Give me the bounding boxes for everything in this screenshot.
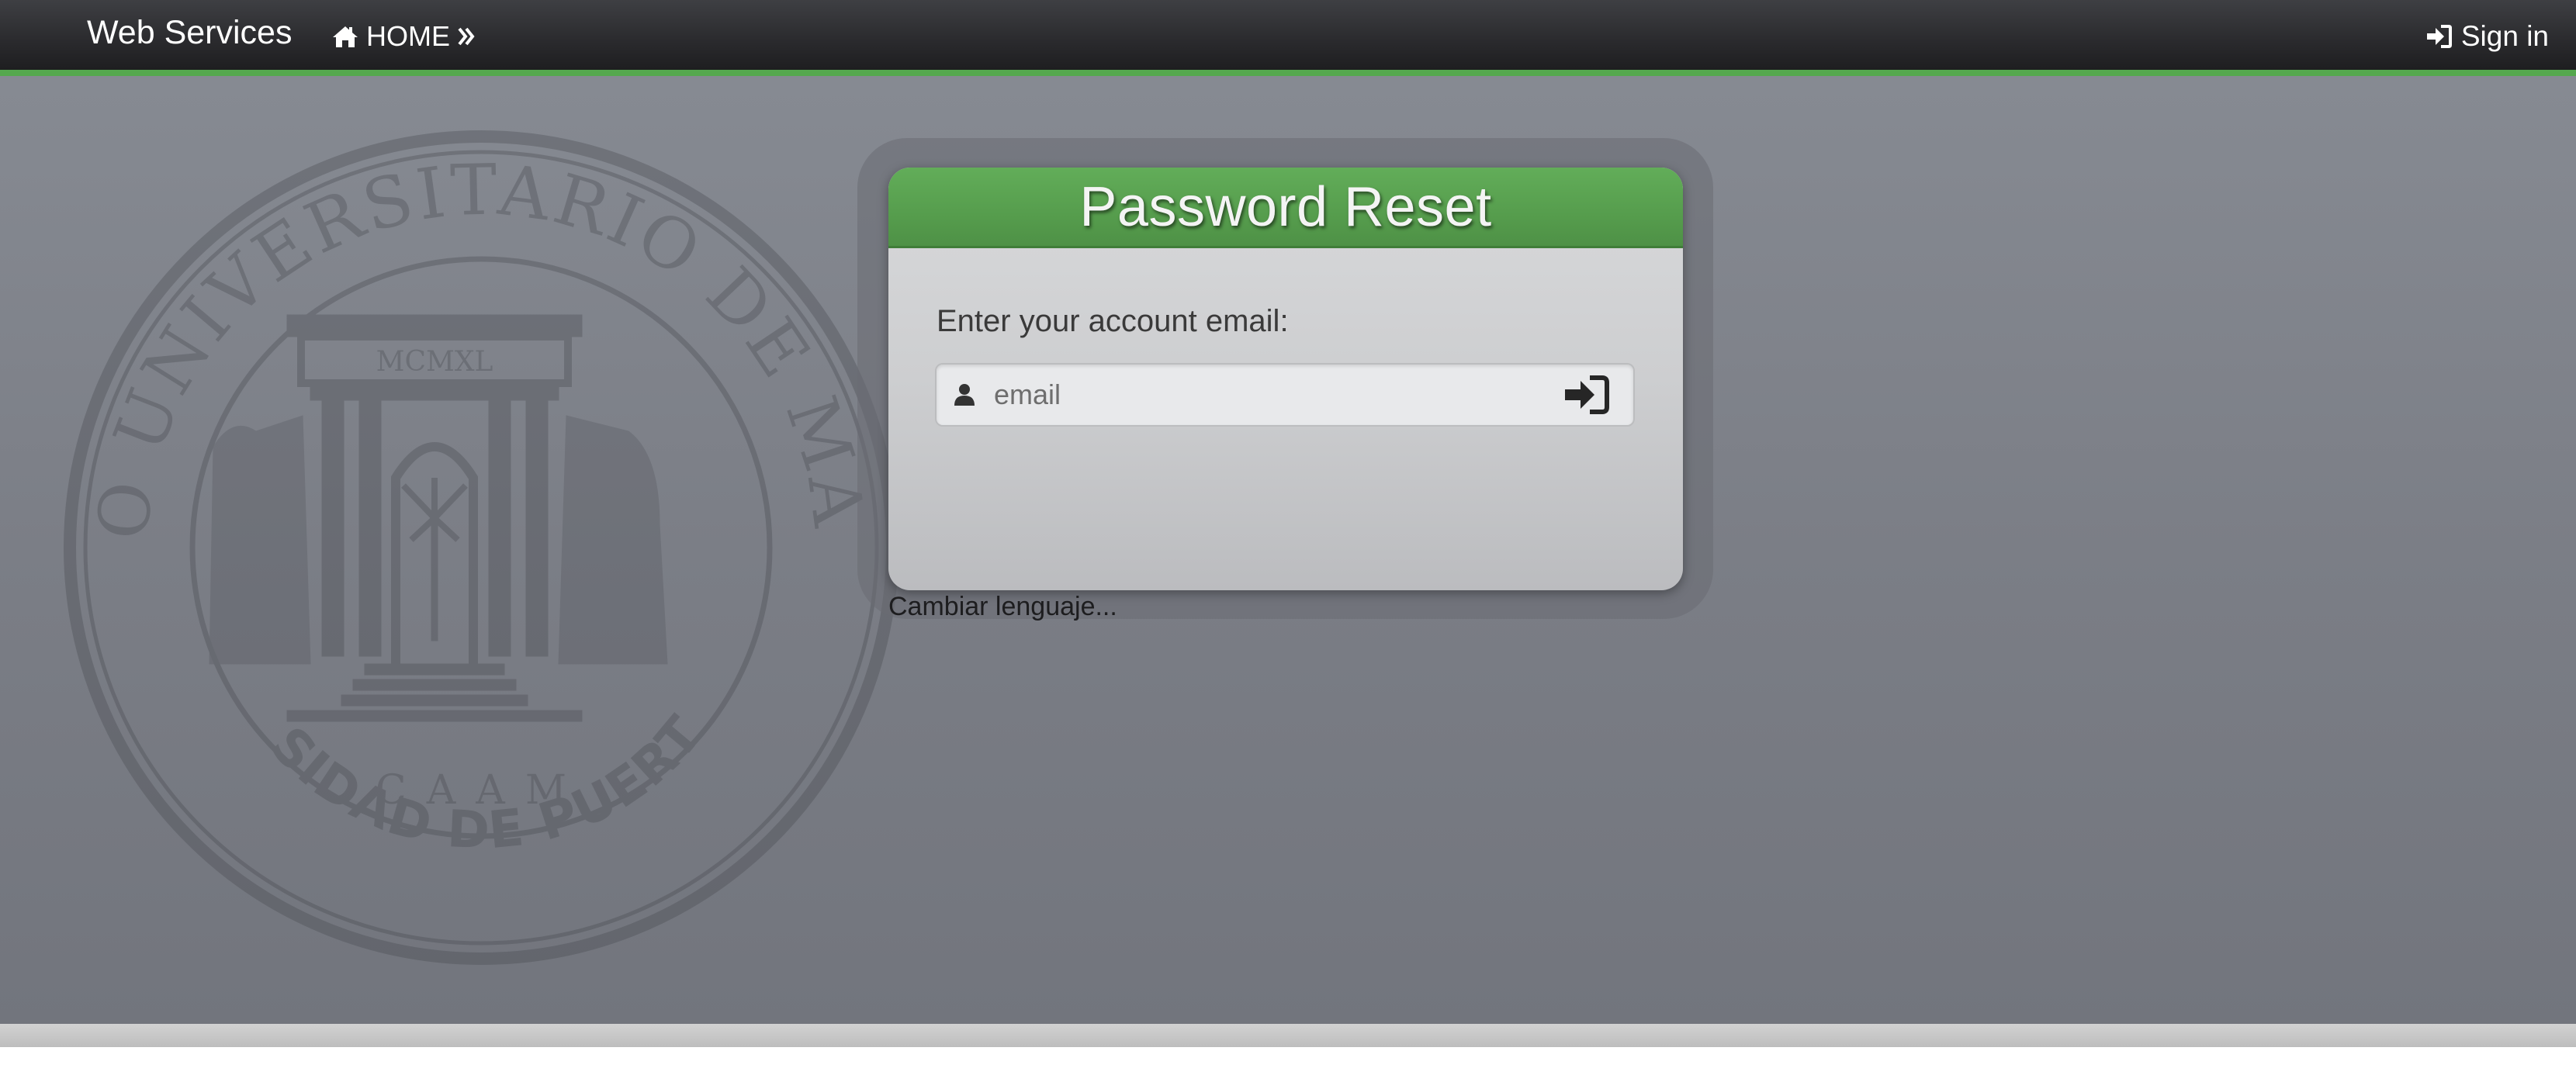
user-icon [941,365,988,425]
university-seal-watermark: RECINTO UNIVERSITARIO DE MAYAGUEZ UNIVER… [54,121,898,965]
sign-in-icon [2425,24,2452,49]
panel-title: Password Reset [1079,175,1492,238]
home-label: HOME [366,20,450,52]
panel-header: Password Reset [888,168,1683,248]
seal-inner-text: CAAM [376,767,587,814]
email-field[interactable] [988,365,1540,425]
home-nav-link[interactable]: HOME [332,20,475,53]
change-language-link[interactable]: Cambiar lenguaje... [888,592,1117,622]
email-input-group [935,363,1635,427]
footer-bar [0,1024,2576,1047]
sign-in-icon [1565,375,1609,414]
top-navbar: Web Services HOME Sign in [0,0,2576,76]
footer-area [0,1047,2576,1089]
submit-reset-button[interactable] [1540,365,1633,425]
home-icon [332,25,358,48]
brand-link[interactable]: Web Services [87,14,292,52]
sign-in-link[interactable]: Sign in [2425,20,2549,53]
seal-monument-text: MCMXL [376,346,493,378]
email-prompt-label: Enter your account email: [937,304,1289,338]
password-reset-panel: Password Reset Enter your account email: [888,168,1683,590]
main-content: RECINTO UNIVERSITARIO DE MAYAGUEZ UNIVER… [0,76,2576,1024]
sign-in-label: Sign in [2460,20,2549,52]
double-chevron-right-icon [458,26,475,47]
